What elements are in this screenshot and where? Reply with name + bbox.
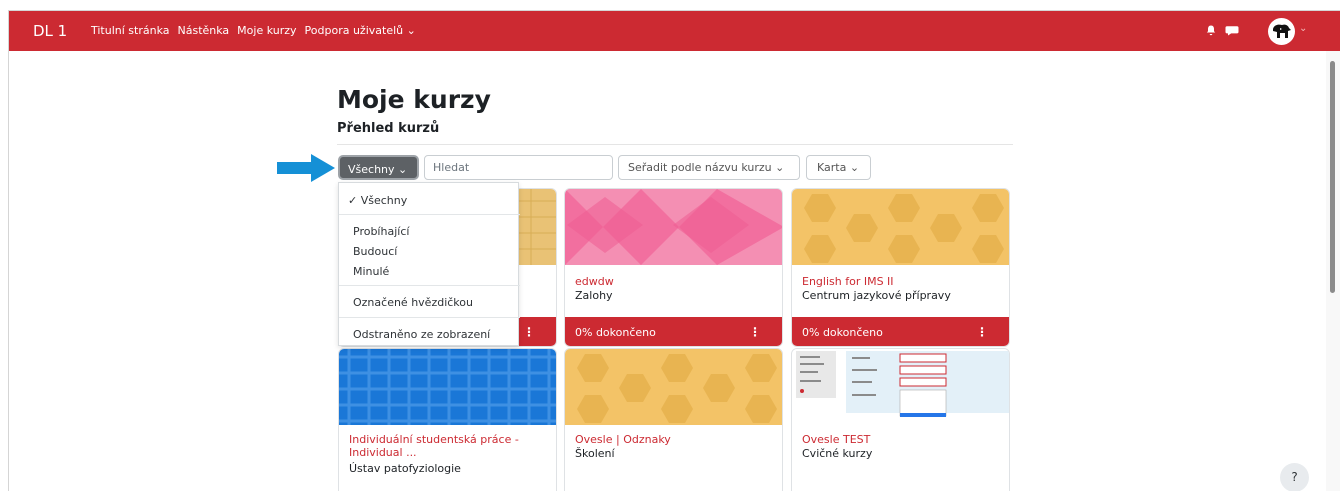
course-card[interactable]: Individuální studentská práce - Individu… <box>338 348 557 491</box>
course-image <box>339 349 556 425</box>
course-name[interactable]: Ovesle TEST <box>802 433 870 446</box>
nav-link-my-courses[interactable]: Moje kurzy <box>237 24 296 37</box>
primary-navigation: Titulní stránka Nástěnka Moje kurzy Podp… <box>91 24 416 37</box>
page-scrollbar[interactable] <box>1326 51 1340 491</box>
menu-item-all[interactable]: ✓ Všechny <box>348 194 407 207</box>
browser-page: DL 1 Titulní stránka Nástěnka Moje kurzy… <box>8 10 1340 491</box>
chevron-down-icon: ⌄ <box>403 24 416 37</box>
nav-link-dashboard[interactable]: Nástěnka <box>178 24 230 37</box>
site-brand[interactable]: DL 1 <box>33 22 67 40</box>
chevron-down-icon: ⌄ <box>771 161 785 174</box>
course-progress-bar: 0% dokončeno ⋮ <box>792 317 1009 346</box>
menu-divider <box>339 317 520 318</box>
course-card[interactable]: English for IMS II Centrum jazykové příp… <box>791 188 1010 347</box>
course-category: Ústav patofyziologie <box>349 462 461 475</box>
course-name[interactable]: Individuální studentská práce - Individu… <box>349 433 539 459</box>
grouping-filter-label: Všechny <box>348 163 395 176</box>
menu-divider <box>339 214 520 215</box>
course-card[interactable]: edwdw Zalohy 0% dokončeno ⋮ <box>564 188 783 347</box>
nav-link-user-support[interactable]: Podpora uživatelů ⌄ <box>305 24 416 37</box>
course-category: Zalohy <box>575 289 613 302</box>
course-category: Školení <box>575 447 615 460</box>
menu-item-hidden[interactable]: Odstraněno ze zobrazení <box>353 328 490 341</box>
nav-link-home[interactable]: Titulní stránka <box>91 24 170 37</box>
course-progress-bar: 0% dokončeno ⋮ <box>565 317 782 346</box>
course-progress-text: 0% dokončeno <box>575 326 656 339</box>
course-image <box>565 349 782 425</box>
page-title: Moje kurzy <box>337 85 491 114</box>
menu-item-past[interactable]: Minulé <box>353 265 389 278</box>
course-card[interactable]: Ovesle TEST Cvičné kurzy <box>791 348 1010 491</box>
view-mode-label: Karta <box>817 161 847 174</box>
chevron-down-icon: ⌄ <box>394 163 408 176</box>
course-name[interactable]: edwdw <box>575 275 614 288</box>
course-name[interactable]: Ovesle | Odznaky <box>575 433 671 446</box>
course-category: Centrum jazykové přípravy <box>802 289 951 302</box>
course-image <box>565 189 782 265</box>
course-search-input[interactable]: Hledat <box>424 155 613 180</box>
chevron-down-icon: ⌄ <box>846 161 860 174</box>
course-category: Cvičné kurzy <box>802 447 873 460</box>
course-progress-text: 0% dokončeno <box>802 326 883 339</box>
divider <box>337 144 1013 145</box>
menu-item-starred[interactable]: Označené hvězdičkou <box>353 296 473 309</box>
course-overview-heading: Přehled kurzů <box>337 121 440 136</box>
course-card[interactable]: Ovesle | Odznaky Školení <box>564 348 783 491</box>
sort-label: Seřadit podle názvu kurzu <box>628 161 772 174</box>
grouping-dropdown-menu: ✓ Všechny Probíhající Budoucí Minulé Ozn… <box>338 182 520 346</box>
course-image <box>792 349 1009 425</box>
grouping-filter-button[interactable]: Všechny ⌄ <box>338 155 419 180</box>
top-navbar: DL 1 Titulní stránka Nástěnka Moje kurzy… <box>9 11 1340 51</box>
chat-icon[interactable] <box>1225 24 1239 36</box>
avatar-icon[interactable] <box>1268 18 1295 45</box>
check-icon: ✓ <box>348 194 361 207</box>
view-mode-dropdown-button[interactable]: Karta ⌄ <box>806 155 871 180</box>
dots-vertical-icon[interactable]: ⋮ <box>976 325 988 339</box>
menu-item-in-progress[interactable]: Probíhající <box>353 225 409 238</box>
arrow-right-icon <box>277 154 335 182</box>
scrollbar-thumb[interactable] <box>1330 61 1335 293</box>
help-button[interactable]: ? <box>1280 463 1309 491</box>
course-image <box>792 189 1009 265</box>
course-name[interactable]: English for IMS II <box>802 275 894 288</box>
sort-dropdown-button[interactable]: Seřadit podle názvu kurzu ⌄ <box>618 155 800 180</box>
chevron-down-icon[interactable]: ⌄ <box>1299 23 1307 34</box>
dots-vertical-icon[interactable]: ⋮ <box>523 325 535 339</box>
dots-vertical-icon[interactable]: ⋮ <box>749 325 761 339</box>
menu-item-future[interactable]: Budoucí <box>353 245 397 258</box>
menu-divider <box>339 285 520 286</box>
bell-icon[interactable] <box>1205 24 1217 36</box>
